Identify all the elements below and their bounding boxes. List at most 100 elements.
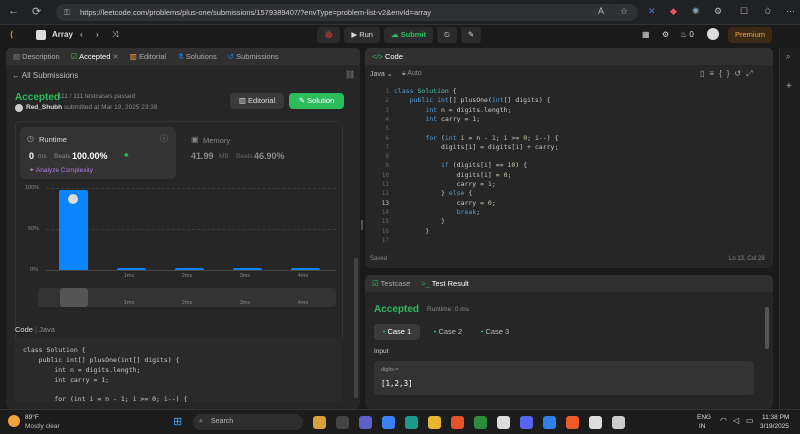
add-icon[interactable]: +: [786, 81, 792, 92]
taskbar-search[interactable]: ⌕ Search: [193, 414, 303, 430]
weather-icon[interactable]: [8, 415, 20, 427]
bar-1ms[interactable]: [116, 268, 146, 270]
tab-submissions[interactable]: ↺ Submissions: [228, 52, 279, 61]
tab-editorial[interactable]: ▥ Editorial: [130, 52, 166, 61]
language-indicator[interactable]: ENG: [697, 414, 711, 421]
tab-testcase[interactable]: ☑ Testcase: [372, 279, 410, 288]
cursor-position: Ln 13, Col 28: [729, 256, 765, 262]
browser-sidebar: ⌕ +: [779, 48, 800, 409]
back-icon[interactable]: ←: [8, 5, 19, 17]
volume-icon[interactable]: ◁: [733, 416, 739, 425]
battery-icon[interactable]: ▭: [746, 416, 754, 425]
language-select[interactable]: Java ⌄: [370, 70, 393, 78]
bar-4ms[interactable]: [290, 268, 320, 270]
result-status: Accepted: [374, 304, 420, 315]
site-info-icon[interactable]: ⚿: [64, 4, 70, 21]
problem-list-title[interactable]: Array: [52, 30, 73, 39]
analyze-complexity-link[interactable]: ✦ Analyze Complexity: [29, 166, 93, 174]
reload-icon[interactable]: ⟳: [32, 5, 41, 18]
notion-icon-3[interactable]: [612, 416, 625, 429]
next-problem-icon[interactable]: ›: [96, 30, 99, 39]
case-3-tab[interactable]: • Case 3: [472, 324, 518, 340]
avatar[interactable]: [707, 28, 719, 40]
favorites-bar-icon[interactable]: ✩: [764, 6, 772, 17]
notes-icon[interactable]: ✎: [460, 27, 482, 43]
reset-icon[interactable]: ↺: [734, 69, 746, 78]
more-icon[interactable]: ⋯: [786, 6, 795, 17]
gear-icon[interactable]: ⚙: [662, 30, 669, 39]
bookmark-icon[interactable]: ▯: [700, 69, 709, 78]
teams-icon[interactable]: [359, 416, 372, 429]
file-explorer-icon[interactable]: [428, 416, 441, 429]
tab-code[interactable]: </> Code: [372, 52, 403, 61]
search-icon[interactable]: ⌕: [786, 52, 790, 62]
extensions-icon[interactable]: ☐: [740, 6, 748, 17]
case-2-tab[interactable]: • Case 2: [425, 324, 471, 340]
tab-accepted[interactable]: ☑ Accepted ✕: [71, 52, 119, 61]
vscode-icon[interactable]: [543, 416, 556, 429]
code-line: carry = 0;: [394, 198, 496, 207]
react-icon[interactable]: ✺: [692, 6, 700, 17]
line-number: 16: [381, 227, 389, 235]
edge-icon[interactable]: [382, 416, 395, 429]
discord-icon[interactable]: [520, 416, 533, 429]
clock-time[interactable]: 11:38 PM: [762, 414, 789, 421]
scrollbar[interactable]: [765, 307, 769, 349]
extension-icon[interactable]: ✕: [648, 6, 656, 17]
runtime-value: 0: [29, 151, 35, 161]
runtime-card[interactable]: ◷ Runtime ⓘ 0 ms Beats 100.00% ♣ ✦ Analy…: [20, 127, 176, 179]
brave-icon[interactable]: [451, 416, 464, 429]
code-line: digits[i] = digits[i] + carry;: [394, 142, 559, 151]
auto-mode[interactable]: 🔒︎ Auto: [402, 70, 422, 78]
all-submissions-link[interactable]: ← All Submissions: [12, 71, 78, 80]
layout-icon[interactable]: ▦: [642, 30, 650, 39]
app-icon[interactable]: [313, 416, 326, 429]
tab-description[interactable]: ▤ Description: [13, 52, 60, 61]
bar-3ms[interactable]: [232, 268, 262, 270]
read-aloud-icon[interactable]: A: [598, 6, 604, 16]
shuffle-icon[interactable]: ⤨: [112, 30, 118, 40]
streak-icon[interactable]: ♨ 0: [680, 30, 694, 39]
edge-dev-icon[interactable]: [405, 416, 418, 429]
format-icon[interactable]: ≡: [709, 69, 719, 78]
case-1-tab[interactable]: • Case 1: [374, 324, 420, 340]
timer-icon[interactable]: ⏲: [436, 27, 457, 43]
user-avatar-marker: [68, 194, 79, 205]
prev-problem-icon[interactable]: ‹: [80, 30, 83, 39]
memory-beats: 46.90%: [254, 151, 285, 161]
tab-test-result[interactable]: >_ Test Result: [421, 279, 469, 288]
share-icon[interactable]: ⛓: [345, 70, 355, 79]
debug-button[interactable]: 🐞: [317, 27, 341, 43]
submit-button[interactable]: ☁ Submit: [383, 27, 433, 43]
bar-2ms[interactable]: [174, 268, 204, 270]
leetcode-logo-icon[interactable]: ⟨: [10, 30, 13, 39]
favorite-icon[interactable]: ☆: [620, 6, 628, 17]
wifi-icon[interactable]: ◠: [720, 416, 727, 425]
username[interactable]: Red_Shubh: [26, 104, 62, 111]
bar-0ms[interactable]: [58, 190, 88, 270]
clock-date[interactable]: 3/19/2025: [760, 423, 789, 430]
windows-start-icon[interactable]: ⊞: [173, 415, 182, 428]
input-label: Input: [374, 348, 389, 355]
tab-solutions[interactable]: ⚗ Solutions: [177, 52, 217, 61]
settings-icon[interactable]: ⚙: [714, 6, 722, 17]
xbox-icon[interactable]: [474, 416, 487, 429]
range-handle[interactable]: [60, 288, 88, 307]
vertical-splitter[interactable]: [361, 220, 363, 230]
premium-button[interactable]: Premium: [728, 27, 772, 43]
line-number: 17: [381, 236, 389, 244]
run-button[interactable]: ▶ Run: [344, 27, 380, 43]
notion-icon-2[interactable]: [589, 416, 602, 429]
notion-icon[interactable]: [497, 416, 510, 429]
expand-icon[interactable]: ⤢: [746, 69, 757, 78]
scrollbar[interactable]: [354, 258, 358, 398]
solution-button[interactable]: ✎ Solution: [289, 93, 344, 109]
editorial-button[interactable]: ▥ Editorial: [230, 93, 284, 109]
postman-icon[interactable]: [566, 416, 579, 429]
task-view-icon[interactable]: [336, 416, 349, 429]
braces-icon[interactable]: {}: [719, 69, 734, 78]
info-icon[interactable]: ⓘ: [160, 133, 168, 144]
code-editor-panel: </> Code Java ⌄ 🔒︎ Auto ▯≡{}↺⤢ 1 class So…: [365, 48, 773, 268]
address-bar[interactable]: ⚿ https://leetcode.com/problems/plus-one/…: [56, 4, 638, 21]
extension-icon-2[interactable]: ◆: [670, 6, 677, 17]
